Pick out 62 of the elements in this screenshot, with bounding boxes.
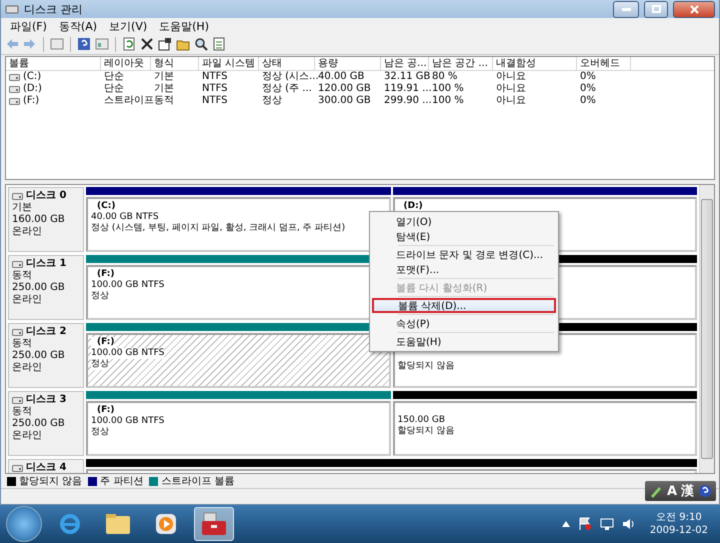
partition-size: 150.00 GB [398, 415, 446, 426]
partition-status: 할당되지 않음 [398, 426, 454, 437]
volume-label: (F:) [96, 269, 114, 280]
table-cell-text: 80 % [431, 71, 458, 83]
disk-status: 온라인 [12, 362, 43, 374]
volume-label: (F:) [96, 405, 114, 416]
volume-label: (C:) [96, 201, 116, 212]
table-cell-text: 아니요 [495, 95, 527, 107]
table-cell-text: 0% [579, 83, 597, 95]
table-cell-text: 299.90 ... [383, 95, 429, 107]
legend-label: 스트라이프 볼륨 [161, 475, 235, 488]
partition-size: 100.00 GB NTFS [91, 348, 164, 359]
table-cell-text: 32.11 GB [383, 71, 429, 83]
disk-size: 160.00 GB [12, 214, 66, 226]
disk-size: 250.00 GB [12, 282, 66, 294]
partition-status: 할당되지 않음 [398, 361, 454, 372]
table-cell-text: 300.00 GB [317, 95, 372, 107]
table-cell-text: 119.91 ... [383, 83, 429, 95]
table-cell-text: NTFS [201, 71, 229, 83]
disk-status: 온라인 [12, 294, 43, 306]
partition-status: 정상 [91, 359, 109, 370]
disk-name: 디스크 3 [26, 394, 66, 406]
disk-type: 동적 [12, 338, 33, 350]
table-cell-text: 정상 [261, 95, 283, 107]
disk-name: 디스크 2 [26, 326, 66, 338]
table-cell-text: 기본 [153, 71, 175, 83]
table-cell-text: 단순 [103, 71, 125, 83]
legend-label: 할당되지 않음 [19, 475, 82, 488]
disk-size: 250.00 GB [12, 418, 66, 430]
disk-status: 온라인 [12, 226, 43, 238]
volume-label: (D:) [402, 201, 423, 212]
table-cell-text: 아니요 [495, 71, 527, 83]
table-cell-text: NTFS [201, 95, 229, 107]
volume-label: (F:) [91, 337, 114, 348]
partition-status: 정상 [91, 427, 109, 438]
partition-status: 정상 [91, 291, 109, 302]
disk-name: 디스크 1 [26, 258, 66, 270]
disk-name: 디스크 4 [26, 462, 66, 473]
disk-type: 기본 [12, 202, 33, 214]
window-title: 디스크 관리 [24, 2, 84, 16]
partition-status: 정상 (시스템, 부팅, 페이지 파일, 활성, 크래시 덤프, 주 파티션) [91, 223, 346, 234]
clock-time: 오전 9:10 [656, 511, 702, 524]
table-cell-text: 아니요 [495, 83, 527, 95]
disk-size: 250.00 GB [12, 350, 66, 362]
table-cell-text: 0% [579, 71, 597, 83]
table-cell-text: NTFS [201, 83, 229, 95]
table-cell-text: 0% [579, 95, 597, 107]
table-cell-text: 기본 [153, 83, 175, 95]
legend-label: 주 파티션 [100, 475, 144, 488]
table-cell-text: 단순 [103, 83, 125, 95]
table-cell-text: 정상 (주 ... [261, 83, 313, 95]
table-cell-text: 동적 [154, 95, 175, 107]
partition-size: 100.00 GB NTFS [91, 280, 164, 291]
disk-name: 디스크 0 [26, 190, 66, 202]
disk-type: 동적 [12, 406, 33, 418]
disk-status: 온라인 [12, 430, 43, 442]
table-cell-text: 스트라이프 [103, 95, 151, 107]
partition-size: 100.00 GB NTFS [91, 416, 164, 427]
disk-type: 동적 [12, 270, 33, 282]
table-cell-text: 120.00 GB [317, 83, 372, 95]
clock-date: 2009-12-02 [650, 524, 708, 537]
partition-size: 40.00 GB NTFS [91, 212, 159, 223]
